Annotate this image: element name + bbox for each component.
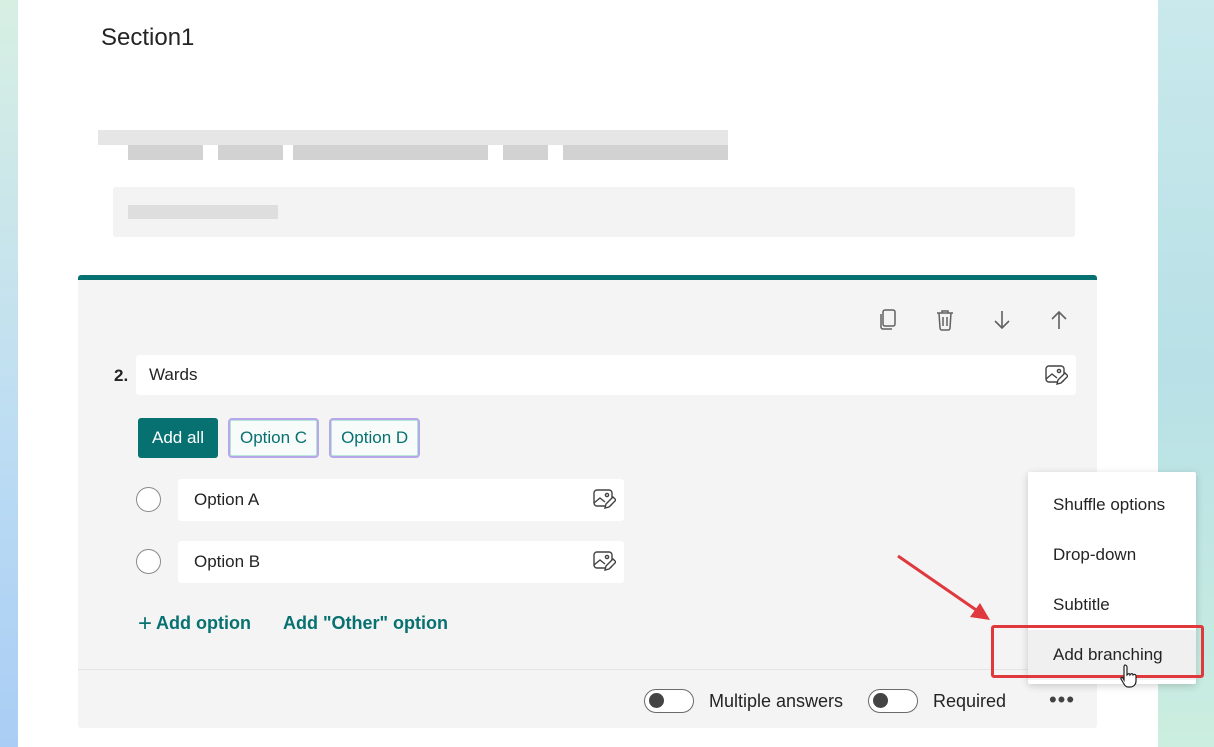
add-option-links: + Add option Add "Other" option bbox=[138, 609, 448, 637]
move-up-icon[interactable] bbox=[1041, 302, 1077, 338]
add-other-option-button[interactable]: Add "Other" option bbox=[283, 613, 448, 634]
required-label: Required bbox=[933, 691, 1007, 711]
question-title-input[interactable]: Wards bbox=[136, 355, 1076, 395]
menu-item-subtitle[interactable]: Subtitle bbox=[1028, 580, 1196, 630]
question-card[interactable]: 2. Wards Add all Option C Option D Optio… bbox=[78, 275, 1097, 728]
copy-icon[interactable] bbox=[870, 302, 906, 338]
add-all-button[interactable]: Add all bbox=[138, 418, 218, 458]
more-options-icon[interactable]: ••• bbox=[1044, 682, 1080, 718]
delete-icon[interactable] bbox=[927, 302, 963, 338]
insert-image-icon[interactable] bbox=[592, 549, 617, 573]
suggestion-chip-option-d[interactable]: Option D bbox=[329, 418, 421, 458]
question-title-text: Wards bbox=[149, 365, 198, 384]
radio-button[interactable] bbox=[136, 487, 161, 512]
radio-button[interactable] bbox=[136, 549, 161, 574]
move-down-icon[interactable] bbox=[984, 302, 1020, 338]
multiple-answers-label: Multiple answers bbox=[709, 691, 844, 711]
option-text: Option B bbox=[194, 552, 261, 571]
option-row: Option B bbox=[136, 541, 624, 583]
question-toolbar bbox=[870, 302, 1077, 338]
question-footer: Multiple answers Required ••• bbox=[78, 670, 1097, 733]
insert-image-icon[interactable] bbox=[592, 487, 617, 511]
question-number: 2. bbox=[114, 366, 129, 385]
section-title[interactable]: Section1 bbox=[101, 24, 194, 52]
multiple-answers-toggle[interactable] bbox=[644, 689, 694, 713]
suggestion-chip-option-c[interactable]: Option C bbox=[227, 418, 320, 458]
option-row: Option A bbox=[136, 479, 624, 521]
blurred-section-description bbox=[98, 130, 728, 160]
add-option-label: Add option bbox=[156, 613, 251, 633]
plus-icon: + bbox=[138, 609, 153, 637]
add-option-button[interactable]: + Add option bbox=[138, 609, 251, 637]
annotation-highlight-box bbox=[991, 625, 1204, 678]
option-text: Option A bbox=[194, 490, 260, 509]
background-left bbox=[0, 0, 18, 747]
menu-item-drop-down[interactable]: Drop-down bbox=[1028, 530, 1196, 580]
hand-cursor-icon bbox=[1120, 664, 1137, 688]
suggested-options: Add all Option C Option D bbox=[138, 418, 421, 458]
insert-image-icon[interactable] bbox=[1044, 363, 1069, 387]
menu-item-shuffle-options[interactable]: Shuffle options bbox=[1028, 480, 1196, 530]
blurred-subtitle-field[interactable] bbox=[113, 187, 1075, 237]
required-toggle[interactable] bbox=[868, 689, 918, 713]
form-page: Section1 2. Wards Add all Option C Optio… bbox=[18, 0, 1158, 747]
option-input[interactable]: Option B bbox=[178, 541, 624, 583]
option-input[interactable]: Option A bbox=[178, 479, 624, 521]
